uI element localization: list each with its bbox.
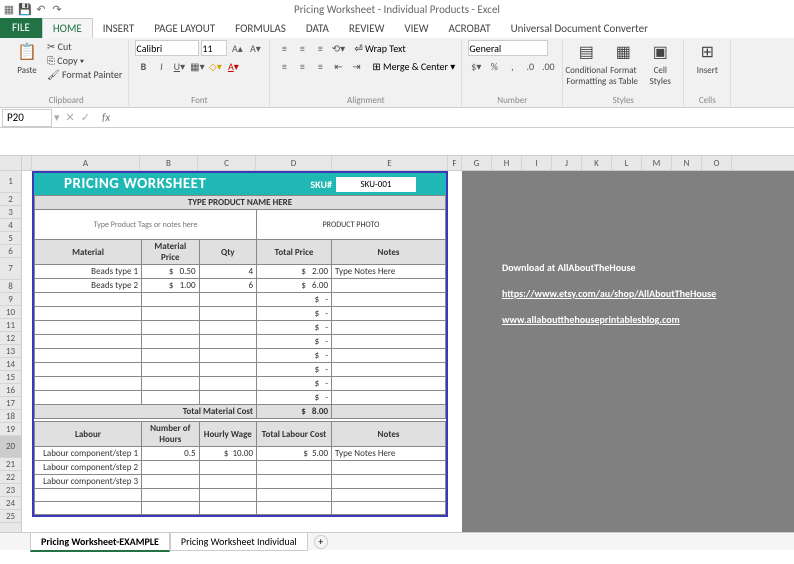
paste-button[interactable]: 📋 Paste [10,40,44,76]
tab-data[interactable]: DATA [296,19,339,38]
file-tab[interactable]: FILE [0,18,42,38]
percent-button[interactable]: % [486,58,502,74]
save-icon[interactable]: 💾 [18,2,32,16]
align-bottom-icon[interactable]: ≡ [312,40,328,56]
cut-button[interactable]: ✂ Cut [47,40,122,53]
border-button[interactable]: ▦▾ [189,58,205,74]
indent-dec-icon[interactable]: ⇤ [330,58,346,74]
paste-icon: 📋 [15,40,39,64]
shrink-font-icon[interactable]: A▾ [247,40,263,56]
underline-button[interactable]: U▾ [171,58,187,74]
tab-view[interactable]: VIEW [394,19,438,38]
sku-label: SKU# [310,178,332,191]
column-headers[interactable]: A B C D E F G H I J K L M N O [22,156,794,171]
tags-area[interactable]: Type Product Tags or notes here [35,210,257,240]
group-styles: ▤Conditional Formatting ▦Format as Table… [563,40,684,106]
tab-acrobat[interactable]: ACROBAT [439,19,501,38]
photo-area[interactable]: PRODUCT PHOTO [257,210,446,240]
align-center-icon[interactable]: ≡ [294,58,310,74]
font-color-button[interactable]: A▾ [225,58,241,74]
comma-button[interactable]: , [504,58,520,74]
group-clipboard: 📋 Paste ✂ Cut ⎘ Copy ▾ 🖌 Format Painter … [4,40,129,106]
tab-insert[interactable]: INSERT [93,19,145,38]
fill-color-button[interactable]: ◇▾ [207,58,223,74]
indent-inc-icon[interactable]: ⇥ [348,58,364,74]
overlay-blog-link[interactable]: www.allaboutthehouseprintablesblog.com [502,313,680,326]
row-headers[interactable]: 1 234 56 7 8910 111213 141516 171819 20 … [0,156,22,532]
italic-button[interactable]: I [153,58,169,74]
number-format-select[interactable] [468,40,548,56]
align-top-icon[interactable]: ≡ [276,40,292,56]
group-cells: ⊞Insert Cells [684,40,731,106]
cond-fmt-icon: ▤ [574,40,598,64]
worksheet-title: PRICING WORKSHEET [64,175,206,193]
copy-button[interactable]: ⎘ Copy ▾ [47,54,122,67]
overlay-etsy-link[interactable]: https://www.etsy.com/au/shop/AllAboutThe… [502,287,716,300]
window-title: Pricing Worksheet - Individual Products … [294,3,500,16]
font-size-input[interactable] [201,40,227,56]
spreadsheet-grid[interactable]: 1 234 56 7 8910 111213 141516 171819 20 … [0,156,794,532]
tab-page-layout[interactable]: PAGE LAYOUT [144,19,225,38]
formula-bar: ▾ ✕ ✓ fx [0,108,794,128]
orientation-icon[interactable]: ⟲▾ [330,40,346,56]
font-name-input[interactable] [135,40,199,56]
tab-home[interactable]: HOME [42,18,93,38]
excel-icon: ▦ [2,2,16,16]
undo-icon[interactable]: ↶ [34,2,48,16]
wrap-text-button[interactable]: ⏎ Wrap Text [354,42,405,55]
cell-styles-button[interactable]: ▣Cell Styles [643,40,677,87]
sheet-tab-example[interactable]: Pricing Worksheet-EXAMPLE [30,532,170,552]
sheet-tab-individual[interactable]: Pricing Worksheet Individual [170,532,308,551]
tab-formulas[interactable]: FORMULAS [225,19,296,38]
name-box[interactable] [2,109,52,127]
overlay-download: Download at AllAboutTheHouse [502,261,635,274]
product-name-cell[interactable]: TYPE PRODUCT NAME HERE [35,196,446,210]
tab-udc[interactable]: Universal Document Converter [501,19,658,38]
format-painter-button[interactable]: 🖌 Format Painter [47,68,122,81]
table-icon: ▦ [611,40,635,64]
worksheet-content[interactable]: PRICING WORKSHEET SKU# SKU-001 TYPE PROD… [32,171,448,517]
group-alignment: ≡ ≡ ≡ ⟲▾ ⏎ Wrap Text ≡ ≡ ≡ ⇤ ⇥ ⊞ Merge &… [270,40,462,106]
grow-font-icon[interactable]: A▴ [229,40,245,56]
conditional-formatting-button[interactable]: ▤Conditional Formatting [569,40,603,87]
group-number: $▾ % , .0 .00 Number [462,40,563,106]
sheet-tabs: Pricing Worksheet-EXAMPLE Pricing Worksh… [0,532,794,550]
add-sheet-button[interactable]: + [314,535,328,549]
ribbon: 📋 Paste ✂ Cut ⎘ Copy ▾ 🖌 Format Painter … [0,38,794,108]
align-right-icon[interactable]: ≡ [312,58,328,74]
currency-button[interactable]: $▾ [468,58,484,74]
align-left-icon[interactable]: ≡ [276,58,292,74]
dec-decimal-icon[interactable]: .00 [540,58,556,74]
tab-review[interactable]: REVIEW [339,19,395,38]
enter-formula-icon[interactable]: ✓ [81,111,90,124]
title-bar: ▦ 💾 ↶ ↷ Pricing Worksheet - Individual P… [0,0,794,18]
formula-input[interactable] [116,109,794,127]
sku-value[interactable]: SKU-001 [336,177,416,192]
fx-icon[interactable]: fx [96,111,116,124]
cancel-formula-icon[interactable]: ✕ [66,111,75,124]
align-middle-icon[interactable]: ≡ [294,40,310,56]
format-as-table-button[interactable]: ▦Format as Table [606,40,640,87]
redo-icon[interactable]: ↷ [50,2,64,16]
group-font: A▴ A▾ B I U▾ ▦▾ ◇▾ A▾ Font [129,40,270,106]
bold-button[interactable]: B [135,58,151,74]
insert-icon: ⊞ [695,40,719,64]
cell-styles-icon: ▣ [648,40,672,64]
total-material-label: Total Material Cost [35,405,257,419]
insert-cells-button[interactable]: ⊞Insert [690,40,724,76]
merge-center-button[interactable]: ⊞ Merge & Center ▾ [372,60,455,73]
ribbon-tabs: FILE HOME INSERT PAGE LAYOUT FORMULAS DA… [0,18,794,38]
total-material-value: $ 8.00 [257,405,332,419]
inc-decimal-icon[interactable]: .0 [522,58,538,74]
